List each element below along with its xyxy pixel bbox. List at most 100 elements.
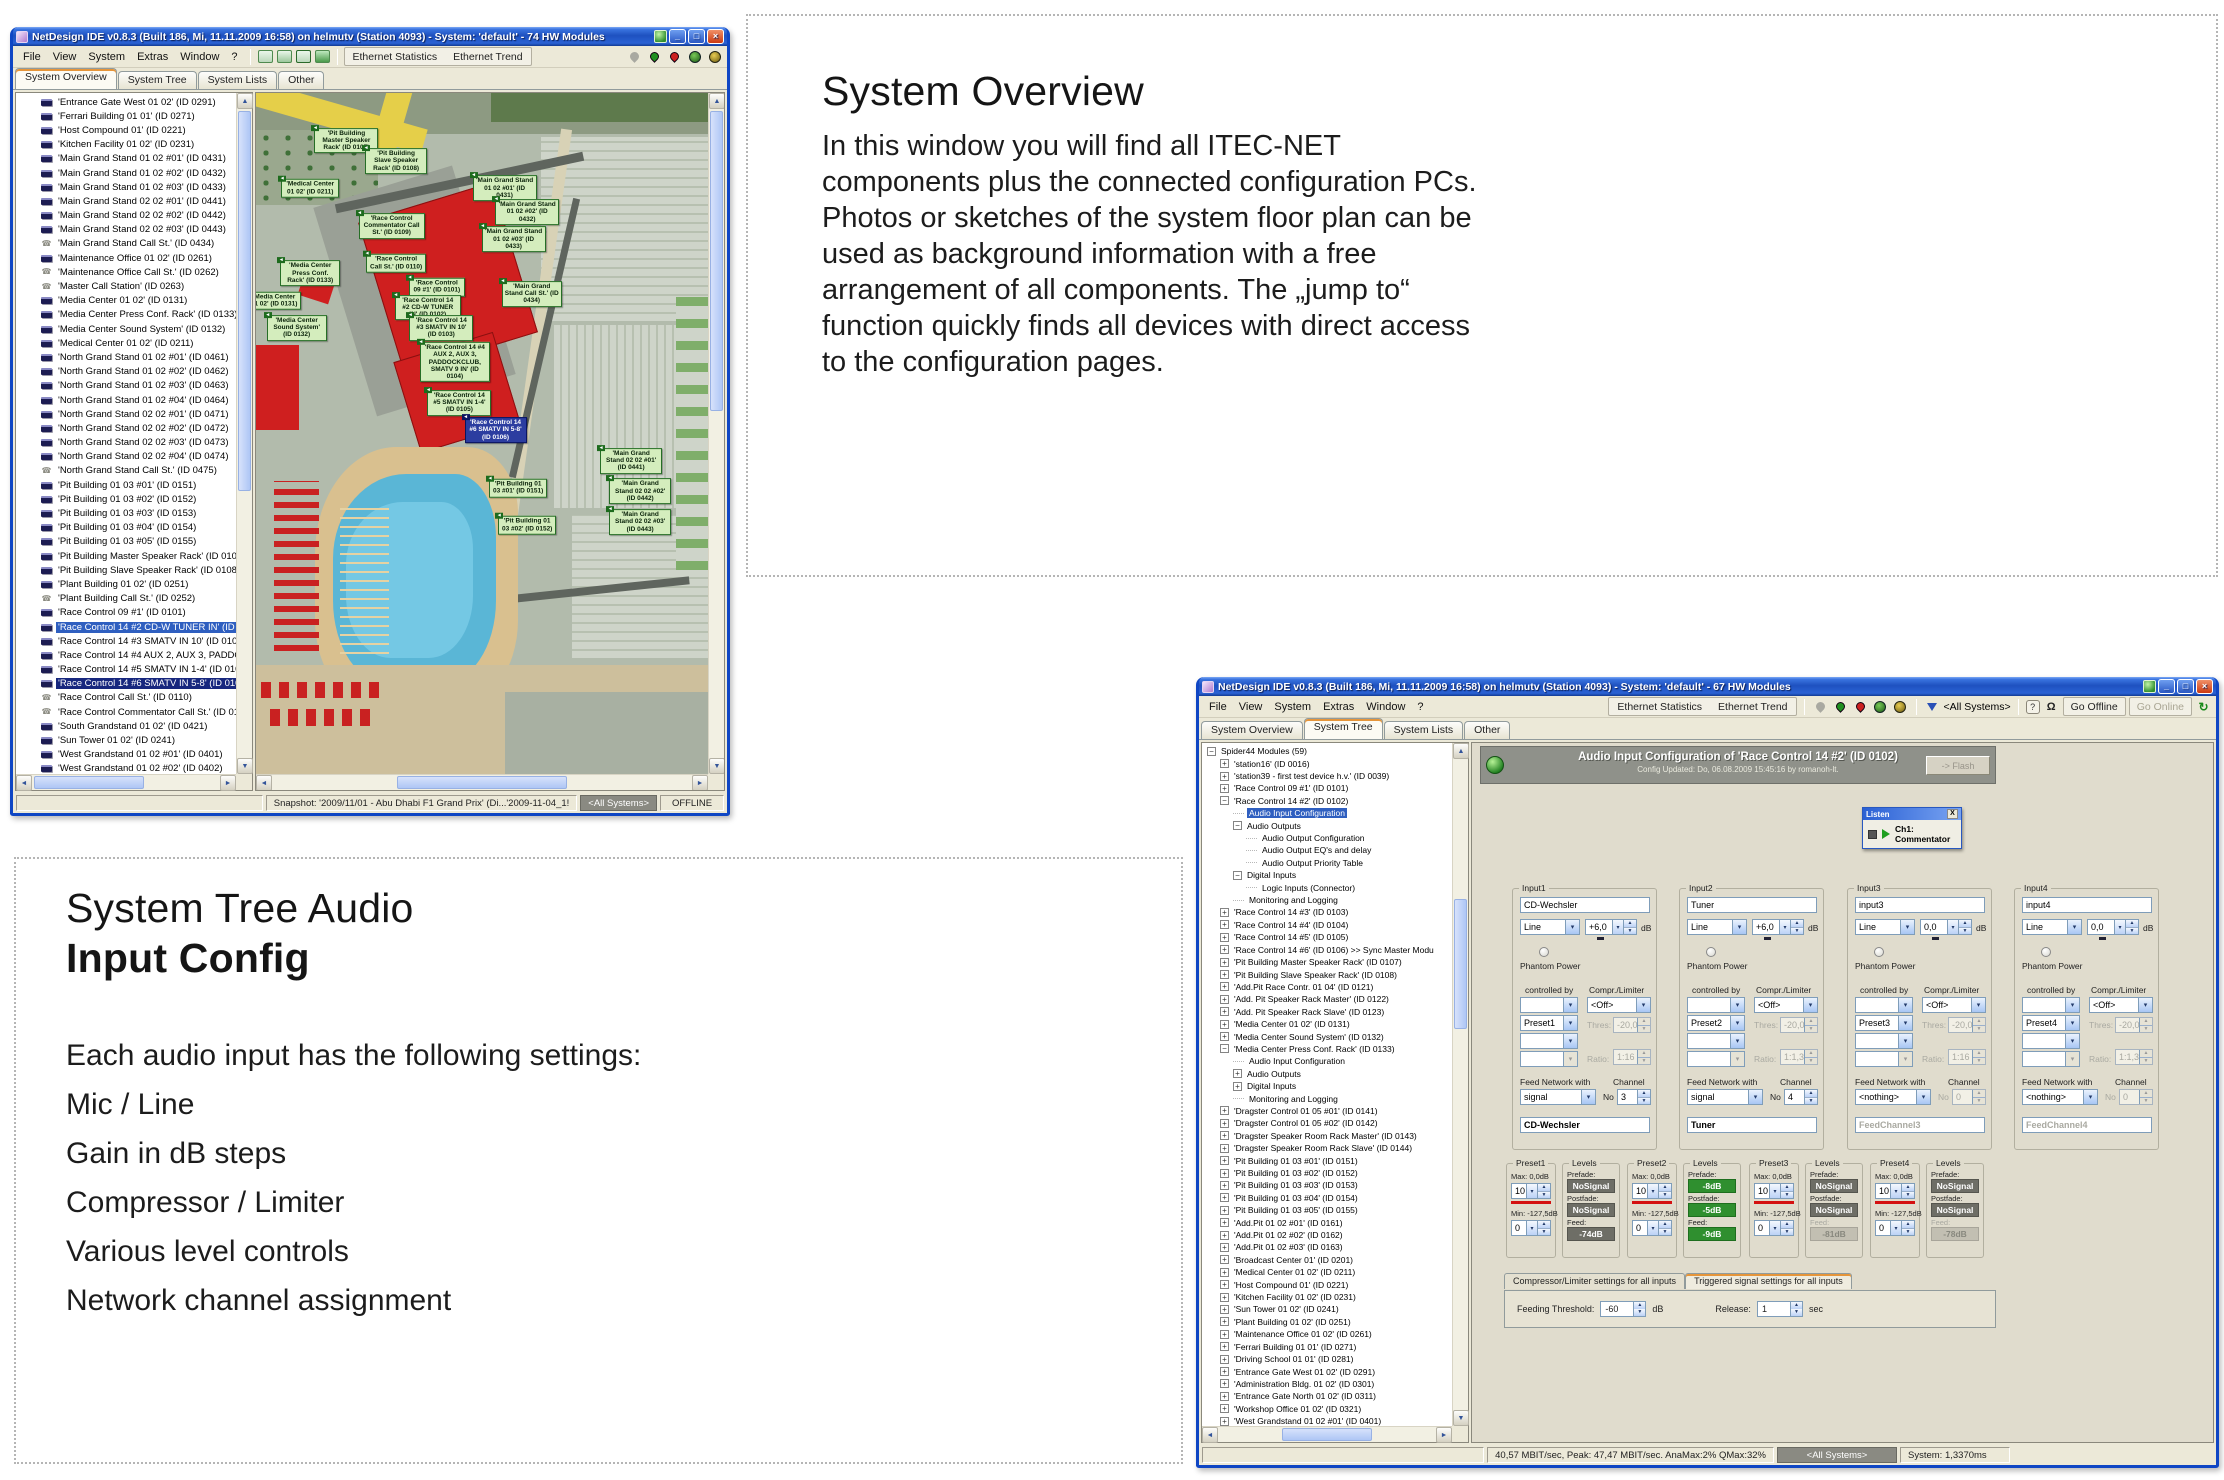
min-level-spinner[interactable]: 0▲▼▾ bbox=[1511, 1220, 1551, 1236]
tree-item[interactable]: 'Entrance Gate West 01 02' (ID 0291) bbox=[17, 95, 236, 109]
tree-item[interactable]: ☎'Main Grand Stand Call St.' (ID 0434) bbox=[17, 237, 236, 251]
tree-item[interactable]: +'Host Compound 01' (ID 0221) bbox=[1203, 1278, 1452, 1290]
tree-item[interactable]: −'Race Control 14 #2' (ID 0102) bbox=[1203, 795, 1452, 807]
tab-other[interactable]: Other bbox=[278, 71, 324, 89]
mute-icon[interactable] bbox=[1812, 699, 1829, 715]
tree-item[interactable]: +'Media Center 01 02' (ID 0131) bbox=[1203, 1018, 1452, 1030]
tree-item[interactable]: 'Plant Building 01 02' (ID 0251) bbox=[17, 577, 236, 591]
spinner-arrows[interactable]: ▲▼ bbox=[1804, 1090, 1817, 1104]
tree-item[interactable]: +'Race Control 09 #1' (ID 0101) bbox=[1203, 782, 1452, 794]
min-level-spinner[interactable]: 0▲▼▾ bbox=[1632, 1220, 1672, 1236]
speaker-icon[interactable] bbox=[686, 49, 703, 65]
tab-system-lists[interactable]: System Lists bbox=[1384, 721, 1464, 739]
expand-icon[interactable]: + bbox=[1220, 1181, 1229, 1190]
expand-icon[interactable]: + bbox=[1220, 1367, 1229, 1376]
tree-item[interactable]: +'Dragster Control 01 05 #02' (ID 0142) bbox=[1203, 1117, 1452, 1129]
expand-icon[interactable]: + bbox=[1220, 1404, 1229, 1413]
tree-item[interactable]: 'West Grandstand 01 02 #01' (ID 0401) bbox=[17, 748, 236, 762]
input-type-select[interactable]: Line▾ bbox=[1687, 919, 1747, 935]
menu-[interactable]: ? bbox=[1411, 699, 1429, 715]
tree-item[interactable]: 'Main Grand Stand 02 02 #02' (ID 0442) bbox=[17, 209, 236, 223]
map-device-label[interactable]: ◄'Main Grand Stand 02 02 #01' (ID 0441) bbox=[600, 448, 662, 474]
map-device-label[interactable]: ◄'Pit Building 01 03 #01' (ID 0151) bbox=[489, 479, 547, 498]
expand-icon[interactable]: + bbox=[1220, 933, 1229, 942]
tree-item[interactable]: 'North Grand Stand 01 02 #04' (ID 0464) bbox=[17, 393, 236, 407]
spinner-arrows[interactable]: ▲▼ bbox=[1901, 1184, 1914, 1198]
tree-item[interactable]: +'Dragster Speaker Room Rack Master' (ID… bbox=[1203, 1130, 1452, 1142]
map-vscrollbar[interactable]: ▲ ▼ bbox=[708, 93, 724, 774]
station-icon[interactable] bbox=[257, 49, 274, 65]
scroll-up-icon[interactable]: ▲ bbox=[237, 93, 253, 109]
phantom-power-radio[interactable] bbox=[2041, 947, 2051, 957]
window2-titlebar[interactable]: NetDesign IDE v0.8.3 (Built 186, Mi, 11.… bbox=[1199, 677, 2216, 696]
tree-item[interactable]: 'Medical Center 01 02' (ID 0211) bbox=[17, 336, 236, 350]
tab-compressor-limiter-settings-for-all-inputs[interactable]: Compressor/Limiter settings for all inpu… bbox=[1504, 1273, 1685, 1289]
tree-item[interactable]: +'Dragster Control 01 05 #01' (ID 0141) bbox=[1203, 1105, 1452, 1117]
expand-icon[interactable]: + bbox=[1220, 1169, 1229, 1178]
expand-icon[interactable]: + bbox=[1233, 1069, 1242, 1078]
tab-other[interactable]: Other bbox=[1464, 721, 1510, 739]
compressor-mode-select[interactable]: <Off>▾ bbox=[1587, 997, 1651, 1013]
tree-item[interactable]: +'West Grandstand 01 02 #01' (ID 0401) bbox=[1203, 1415, 1452, 1426]
preset-select[interactable]: Preset1▾ bbox=[1520, 1015, 1578, 1031]
map-device-label[interactable]: ◄'Main Grand Stand 01 02 #03' (ID 0433) bbox=[482, 227, 546, 253]
input-gain-spinner[interactable]: 0,0▲▼▾ bbox=[2087, 919, 2139, 935]
tree-item[interactable]: −'Media Center Press Conf. Rack' (ID 013… bbox=[1203, 1043, 1452, 1055]
listen-off-icon[interactable] bbox=[1852, 699, 1869, 715]
tree-item[interactable]: +'Pit Building 01 03 #03' (ID 0153) bbox=[1203, 1179, 1452, 1191]
controlled-by-select-3[interactable]: ▾ bbox=[1687, 1051, 1745, 1067]
controlled-by-select-1[interactable]: ▾ bbox=[1687, 997, 1745, 1013]
expand-icon[interactable]: + bbox=[1220, 1144, 1229, 1153]
scroll-up-icon[interactable]: ▲ bbox=[709, 93, 725, 109]
tree-item[interactable]: 'West Grandstand 01 02 #02' (ID 0402) bbox=[17, 762, 236, 774]
chevron-down-icon[interactable]: ▾ bbox=[1947, 920, 1958, 934]
spinner-arrows[interactable]: ▲▼ bbox=[1901, 1221, 1914, 1235]
controlled-by-select-1[interactable]: ▾ bbox=[1855, 997, 1913, 1013]
scroll-right-icon[interactable]: ► bbox=[1436, 1427, 1452, 1443]
tree-item[interactable]: ☎'North Grand Stand Call St.' (ID 0475) bbox=[17, 464, 236, 478]
expand-icon[interactable]: + bbox=[1220, 1119, 1229, 1128]
tree-item[interactable]: 'North Grand Stand 01 02 #02' (ID 0462) bbox=[17, 365, 236, 379]
floor-plan-map[interactable]: ◄'Pit Building Master Speaker Rack' (ID … bbox=[255, 92, 725, 791]
tree-item[interactable]: −Digital Inputs bbox=[1203, 869, 1452, 881]
help-icon[interactable]: ? bbox=[2026, 700, 2040, 714]
tree-item[interactable]: 'Race Control 14 #5 SMATV IN 1-4' (ID 01… bbox=[17, 663, 236, 677]
channel-no-spinner[interactable]: 3▲▼ bbox=[1617, 1089, 1651, 1105]
tree-item[interactable]: +'Race Control 14 #3' (ID 0103) bbox=[1203, 906, 1452, 918]
tree-item[interactable]: +'Driving School 01 01' (ID 0281) bbox=[1203, 1353, 1452, 1365]
scroll-down-icon[interactable]: ▼ bbox=[709, 758, 725, 774]
headphone-icon[interactable] bbox=[706, 49, 723, 65]
tree-item[interactable]: 'Media Center 01 02' (ID 0131) bbox=[17, 294, 236, 308]
tree-item[interactable]: 'Main Grand Stand 02 02 #01' (ID 0441) bbox=[17, 194, 236, 208]
max-level-spinner[interactable]: 10▲▼▾ bbox=[1632, 1183, 1672, 1199]
map-device-label[interactable]: ◄'Race Control Call St.' (ID 0110) bbox=[366, 254, 426, 273]
expand-icon[interactable]: + bbox=[1220, 1131, 1229, 1140]
expand-icon[interactable]: + bbox=[1220, 1379, 1229, 1388]
tree-item[interactable]: 'Main Grand Stand 01 02 #03' (ID 0433) bbox=[17, 180, 236, 194]
map-device-label[interactable]: ◄'Main Grand Stand 01 02 #02' (ID 0432) bbox=[495, 199, 559, 225]
ethernet-statistics-button[interactable]: Ethernet Statistics bbox=[345, 51, 446, 63]
refresh-icon[interactable]: ↻ bbox=[2195, 699, 2212, 715]
max-level-spinner[interactable]: 10▲▼▾ bbox=[1511, 1183, 1551, 1199]
listen-off-icon[interactable] bbox=[666, 49, 683, 65]
tree1-hscrollbar[interactable]: ◄ ► bbox=[16, 774, 236, 790]
maximize-button[interactable]: □ bbox=[2177, 679, 2194, 694]
menu-window[interactable]: Window bbox=[174, 49, 225, 65]
feed-network-select[interactable]: <nothing>▾ bbox=[2022, 1089, 2098, 1105]
spinner-arrows[interactable]: ▲▼ bbox=[1658, 1184, 1671, 1198]
map-device-label[interactable]: ◄'Race Control 14 #4 AUX 2, AUX 3, PADDO… bbox=[420, 342, 490, 382]
scroll-left-icon[interactable]: ◄ bbox=[16, 775, 32, 791]
tree-item[interactable]: +'Add.Pit 01 02 #02' (ID 0162) bbox=[1203, 1229, 1452, 1241]
menu-extras[interactable]: Extras bbox=[1317, 699, 1360, 715]
expand-icon[interactable]: + bbox=[1220, 920, 1229, 929]
menu-view[interactable]: View bbox=[47, 49, 83, 65]
spinner-arrows[interactable]: ▲▼ bbox=[2125, 920, 2138, 934]
close-button[interactable]: × bbox=[2196, 679, 2213, 694]
chevron-down-icon[interactable]: ▾ bbox=[1769, 1184, 1780, 1198]
play-icon[interactable] bbox=[1882, 829, 1890, 839]
menu-system[interactable]: System bbox=[1268, 699, 1317, 715]
scroll-thumb[interactable] bbox=[710, 111, 723, 411]
map-device-label[interactable]: ◄'Race Control 09 #1' (ID 0101) bbox=[409, 278, 465, 297]
tree-item[interactable]: +'Dragster Speaker Room Rack Slave' (ID … bbox=[1203, 1142, 1452, 1154]
scroll-thumb[interactable] bbox=[397, 776, 567, 789]
